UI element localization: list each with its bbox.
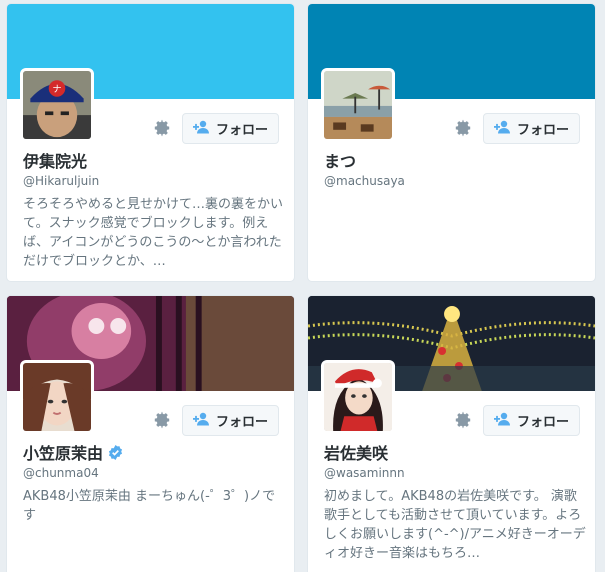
username-handle[interactable]: @Hikaruljuin: [23, 174, 99, 188]
avatar[interactable]: ナ: [20, 68, 94, 142]
display-name[interactable]: 伊集院光: [23, 148, 87, 172]
username-handle[interactable]: @wasaminnn: [324, 466, 405, 480]
gear-icon[interactable]: [452, 117, 474, 139]
follow-label: フォロー: [215, 415, 268, 430]
gear-icon[interactable]: [151, 117, 173, 139]
display-name[interactable]: 小笠原茉由: [23, 440, 123, 464]
username-handle[interactable]: @chunma04: [23, 466, 99, 480]
follow-button[interactable]: フォロー: [483, 113, 580, 144]
svg-text:ナ: ナ: [52, 84, 61, 95]
follow-person-plus-icon: [493, 120, 511, 138]
follow-button[interactable]: フォロー: [182, 113, 279, 144]
avatar[interactable]: [321, 68, 395, 142]
user-card: フォロー 岩佐美咲 @wasaminnn 初めまして。AKB48の岩佐美咲です。…: [307, 295, 596, 572]
follow-person-plus-icon: [192, 120, 210, 138]
avatar[interactable]: [321, 360, 395, 434]
follow-person-plus-icon: [192, 412, 210, 430]
gear-icon[interactable]: [151, 409, 173, 431]
user-card: フォロー まつ @machusaya: [307, 3, 596, 282]
follow-label: フォロー: [516, 123, 569, 138]
display-name[interactable]: まつ: [324, 148, 356, 172]
follow-label: フォロー: [215, 123, 268, 138]
avatar[interactable]: [20, 360, 94, 434]
profile-bio: AKB48小笠原茉由 まーちゅん(-゜3゜)ノです: [23, 489, 276, 523]
follow-person-plus-icon: [493, 412, 511, 430]
profile-bio: 初めまして。AKB48の岩佐美咲です。 演歌歌手としても活動させて頂いています。…: [324, 489, 586, 561]
username-handle[interactable]: @machusaya: [324, 174, 405, 188]
display-name[interactable]: 岩佐美咲: [324, 440, 388, 464]
user-card: フォロー 小笠原茉由 @chunma04 AKB48小笠原茉由 まーちゅん(-゜…: [6, 295, 295, 572]
user-card: ナ フォロー 伊集院光 @Hikaruljuin そろそろやめると見せかけて…裏…: [6, 3, 295, 282]
follow-button[interactable]: フォロー: [483, 405, 580, 436]
gear-icon[interactable]: [452, 409, 474, 431]
follow-button[interactable]: フォロー: [182, 405, 279, 436]
verified-badge-icon: [108, 444, 123, 460]
profile-bio: そろそろやめると見せかけて…裏の裏をかいて。スナック感覚でブロックします。例えば…: [23, 197, 284, 269]
follow-label: フォロー: [516, 415, 569, 430]
